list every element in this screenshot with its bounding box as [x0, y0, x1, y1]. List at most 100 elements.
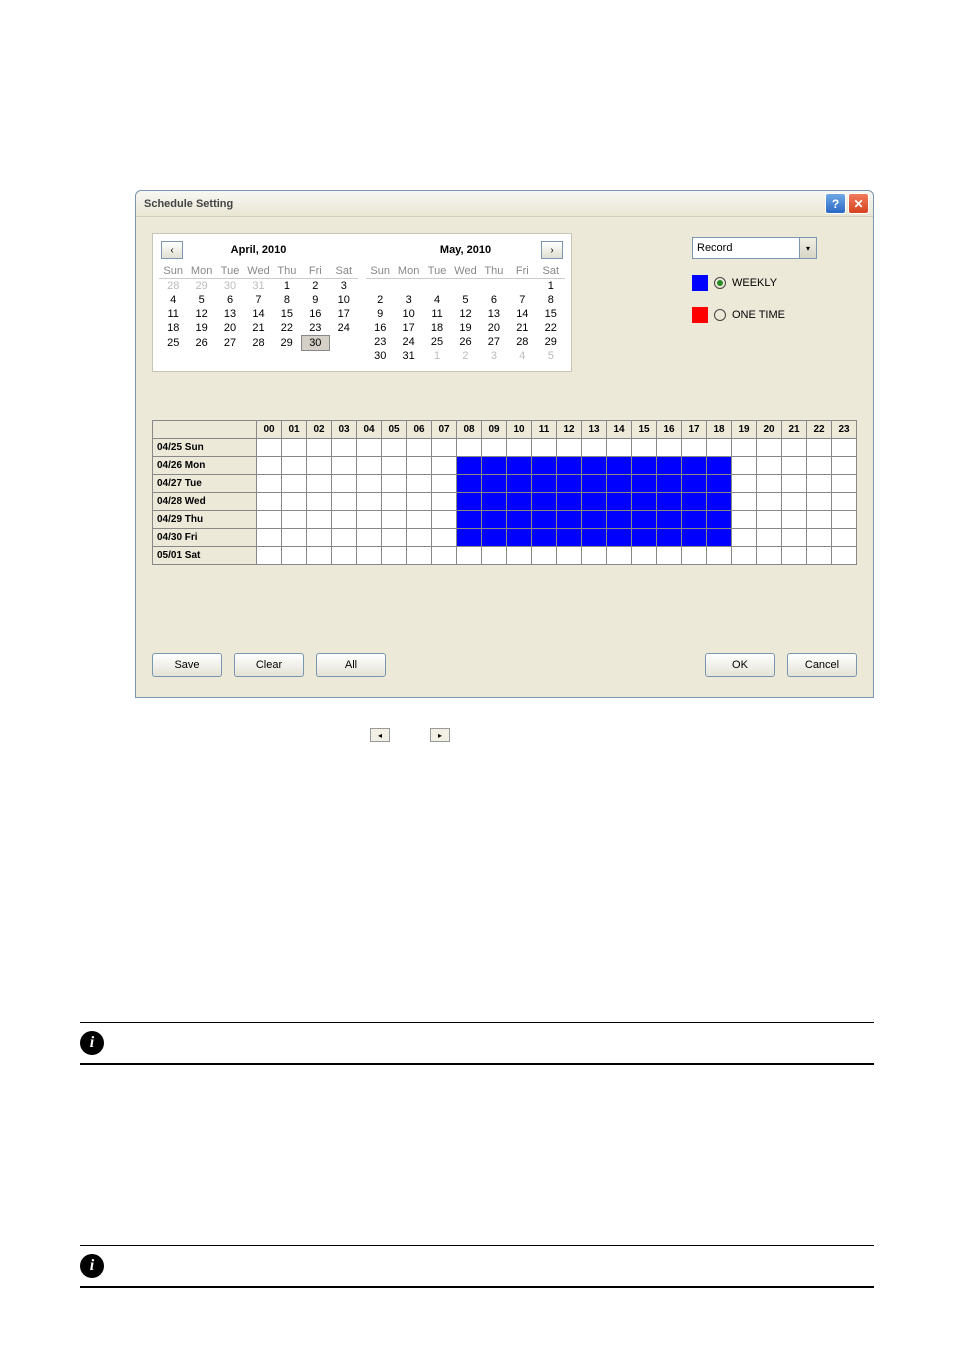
sched-cell[interactable]: [257, 547, 282, 565]
calendar-day[interactable]: 30: [216, 279, 244, 294]
sched-cell[interactable]: [682, 529, 707, 547]
sched-cell[interactable]: [382, 457, 407, 475]
next-month-button[interactable]: ›: [541, 241, 563, 259]
calendar-day[interactable]: 4: [159, 293, 187, 307]
sched-cell[interactable]: [757, 529, 782, 547]
sched-cell[interactable]: [557, 511, 582, 529]
sched-cell[interactable]: [832, 529, 857, 547]
sched-cell[interactable]: [457, 547, 482, 565]
sched-cell[interactable]: [782, 511, 807, 529]
sched-cell[interactable]: [607, 475, 632, 493]
calendar-day[interactable]: 7: [508, 293, 536, 307]
calendar-day[interactable]: 3: [394, 293, 422, 307]
sched-cell[interactable]: [607, 439, 632, 457]
calendar-day[interactable]: 28: [508, 335, 536, 349]
calendar-day[interactable]: 29: [537, 335, 565, 349]
sched-cell[interactable]: [732, 547, 757, 565]
sched-cell[interactable]: [707, 493, 732, 511]
calendar-day[interactable]: 29: [187, 279, 215, 294]
radio-weekly[interactable]: [714, 277, 726, 289]
sched-cell[interactable]: [632, 457, 657, 475]
sched-cell[interactable]: [357, 529, 382, 547]
calendar-day[interactable]: 24: [330, 321, 358, 336]
sched-cell[interactable]: [532, 439, 557, 457]
sched-cell[interactable]: [732, 511, 757, 529]
sched-cell[interactable]: [757, 475, 782, 493]
ok-button[interactable]: OK: [705, 653, 775, 677]
calendar-day[interactable]: 10: [394, 307, 422, 321]
sched-cell[interactable]: [432, 457, 457, 475]
calendar-day[interactable]: 28: [244, 336, 272, 351]
sched-cell[interactable]: [282, 439, 307, 457]
sched-cell[interactable]: [307, 511, 332, 529]
calendar-day[interactable]: 25: [159, 336, 187, 351]
calendar-day[interactable]: 8: [273, 293, 301, 307]
sched-cell[interactable]: [382, 511, 407, 529]
sched-cell[interactable]: [582, 475, 607, 493]
sched-cell[interactable]: [532, 547, 557, 565]
calendar-day[interactable]: 26: [187, 336, 215, 351]
sched-cell[interactable]: [707, 547, 732, 565]
calendar-day[interactable]: 6: [216, 293, 244, 307]
sched-cell[interactable]: [257, 529, 282, 547]
sched-cell[interactable]: [807, 439, 832, 457]
calendar-day[interactable]: 30: [301, 336, 329, 351]
sched-cell[interactable]: [807, 493, 832, 511]
sched-cell[interactable]: [732, 457, 757, 475]
calendar-day[interactable]: 3: [330, 279, 358, 294]
sched-cell[interactable]: [757, 493, 782, 511]
sched-cell[interactable]: [807, 475, 832, 493]
sched-cell[interactable]: [482, 493, 507, 511]
cancel-button[interactable]: Cancel: [787, 653, 857, 677]
calendar-day[interactable]: [480, 279, 508, 294]
calendar-day[interactable]: 9: [366, 307, 394, 321]
calendar-day[interactable]: 21: [508, 321, 536, 335]
sched-cell[interactable]: [582, 493, 607, 511]
sched-cell[interactable]: [682, 547, 707, 565]
calendar-day[interactable]: 1: [537, 279, 565, 294]
sched-cell[interactable]: [332, 493, 357, 511]
sched-cell[interactable]: [557, 439, 582, 457]
calendar-day[interactable]: 31: [244, 279, 272, 294]
sched-cell[interactable]: [807, 529, 832, 547]
all-button[interactable]: All: [316, 653, 386, 677]
mode-select[interactable]: Record ▾: [692, 237, 817, 259]
sched-cell[interactable]: [257, 475, 282, 493]
sched-cell[interactable]: [757, 439, 782, 457]
radio-onetime[interactable]: [714, 309, 726, 321]
sched-cell[interactable]: [657, 493, 682, 511]
sched-cell[interactable]: [357, 439, 382, 457]
calendar-day[interactable]: 1: [273, 279, 301, 294]
sched-cell[interactable]: [357, 457, 382, 475]
sched-cell[interactable]: [382, 547, 407, 565]
sched-cell[interactable]: [757, 457, 782, 475]
sched-cell[interactable]: [457, 457, 482, 475]
sched-cell[interactable]: [332, 529, 357, 547]
calendar-day[interactable]: 22: [273, 321, 301, 336]
sched-cell[interactable]: [682, 475, 707, 493]
calendar-day[interactable]: 5: [187, 293, 215, 307]
sched-cell[interactable]: [482, 511, 507, 529]
calendar-day[interactable]: [508, 279, 536, 294]
calendar-day[interactable]: 4: [423, 293, 451, 307]
sched-cell[interactable]: [457, 511, 482, 529]
sched-cell[interactable]: [582, 457, 607, 475]
sched-cell[interactable]: [332, 439, 357, 457]
calendar-day[interactable]: 13: [480, 307, 508, 321]
calendar-day[interactable]: 10: [330, 293, 358, 307]
sched-cell[interactable]: [607, 493, 632, 511]
sched-cell[interactable]: [782, 475, 807, 493]
sched-cell[interactable]: [307, 457, 332, 475]
sched-cell[interactable]: [682, 439, 707, 457]
sched-cell[interactable]: [457, 439, 482, 457]
sched-cell[interactable]: [457, 493, 482, 511]
sched-cell[interactable]: [257, 493, 282, 511]
sched-cell[interactable]: [432, 511, 457, 529]
calendar-day[interactable]: 14: [508, 307, 536, 321]
sched-cell[interactable]: [282, 511, 307, 529]
sched-cell[interactable]: [732, 475, 757, 493]
sched-cell[interactable]: [257, 439, 282, 457]
calendar-day[interactable]: 2: [301, 279, 329, 294]
calendar-day[interactable]: 11: [159, 307, 187, 321]
sched-cell[interactable]: [832, 547, 857, 565]
